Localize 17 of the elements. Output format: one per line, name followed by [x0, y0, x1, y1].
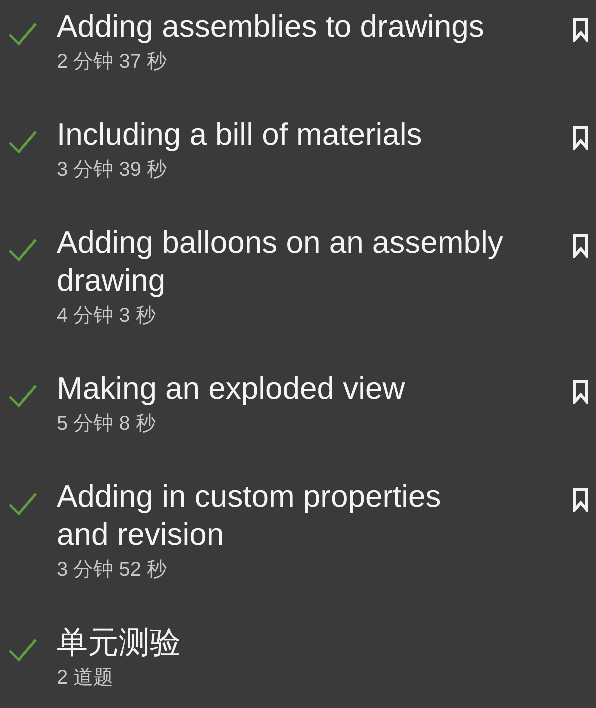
lesson-duration: 2 道题: [57, 666, 115, 691]
lesson-title[interactable]: Adding balloons on an assembly drawing: [57, 224, 557, 300]
lesson-title[interactable]: Making an exploded view: [57, 370, 557, 408]
lesson-duration: 4 分钟 3 秒: [57, 304, 157, 329]
lesson-title[interactable]: Adding assemblies to drawings: [57, 8, 557, 46]
lesson-title[interactable]: Adding in custom properties and revision: [57, 478, 557, 554]
bookmark-icon[interactable]: [573, 234, 589, 258]
bookmark-icon[interactable]: [573, 488, 589, 512]
lesson-title[interactable]: Including a bill of materials: [57, 116, 557, 154]
lesson-title[interactable]: 单元测验: [57, 624, 557, 662]
lesson-duration: 2 分钟 37 秒: [57, 50, 168, 75]
bookmark-icon[interactable]: [573, 126, 589, 150]
lesson-duration: 3 分钟 39 秒: [57, 158, 168, 183]
lesson-duration: 5 分钟 8 秒: [57, 412, 157, 437]
bookmark-icon[interactable]: [573, 380, 589, 404]
lesson-duration: 3 分钟 52 秒: [57, 558, 168, 583]
bookmark-icon[interactable]: [573, 18, 589, 42]
